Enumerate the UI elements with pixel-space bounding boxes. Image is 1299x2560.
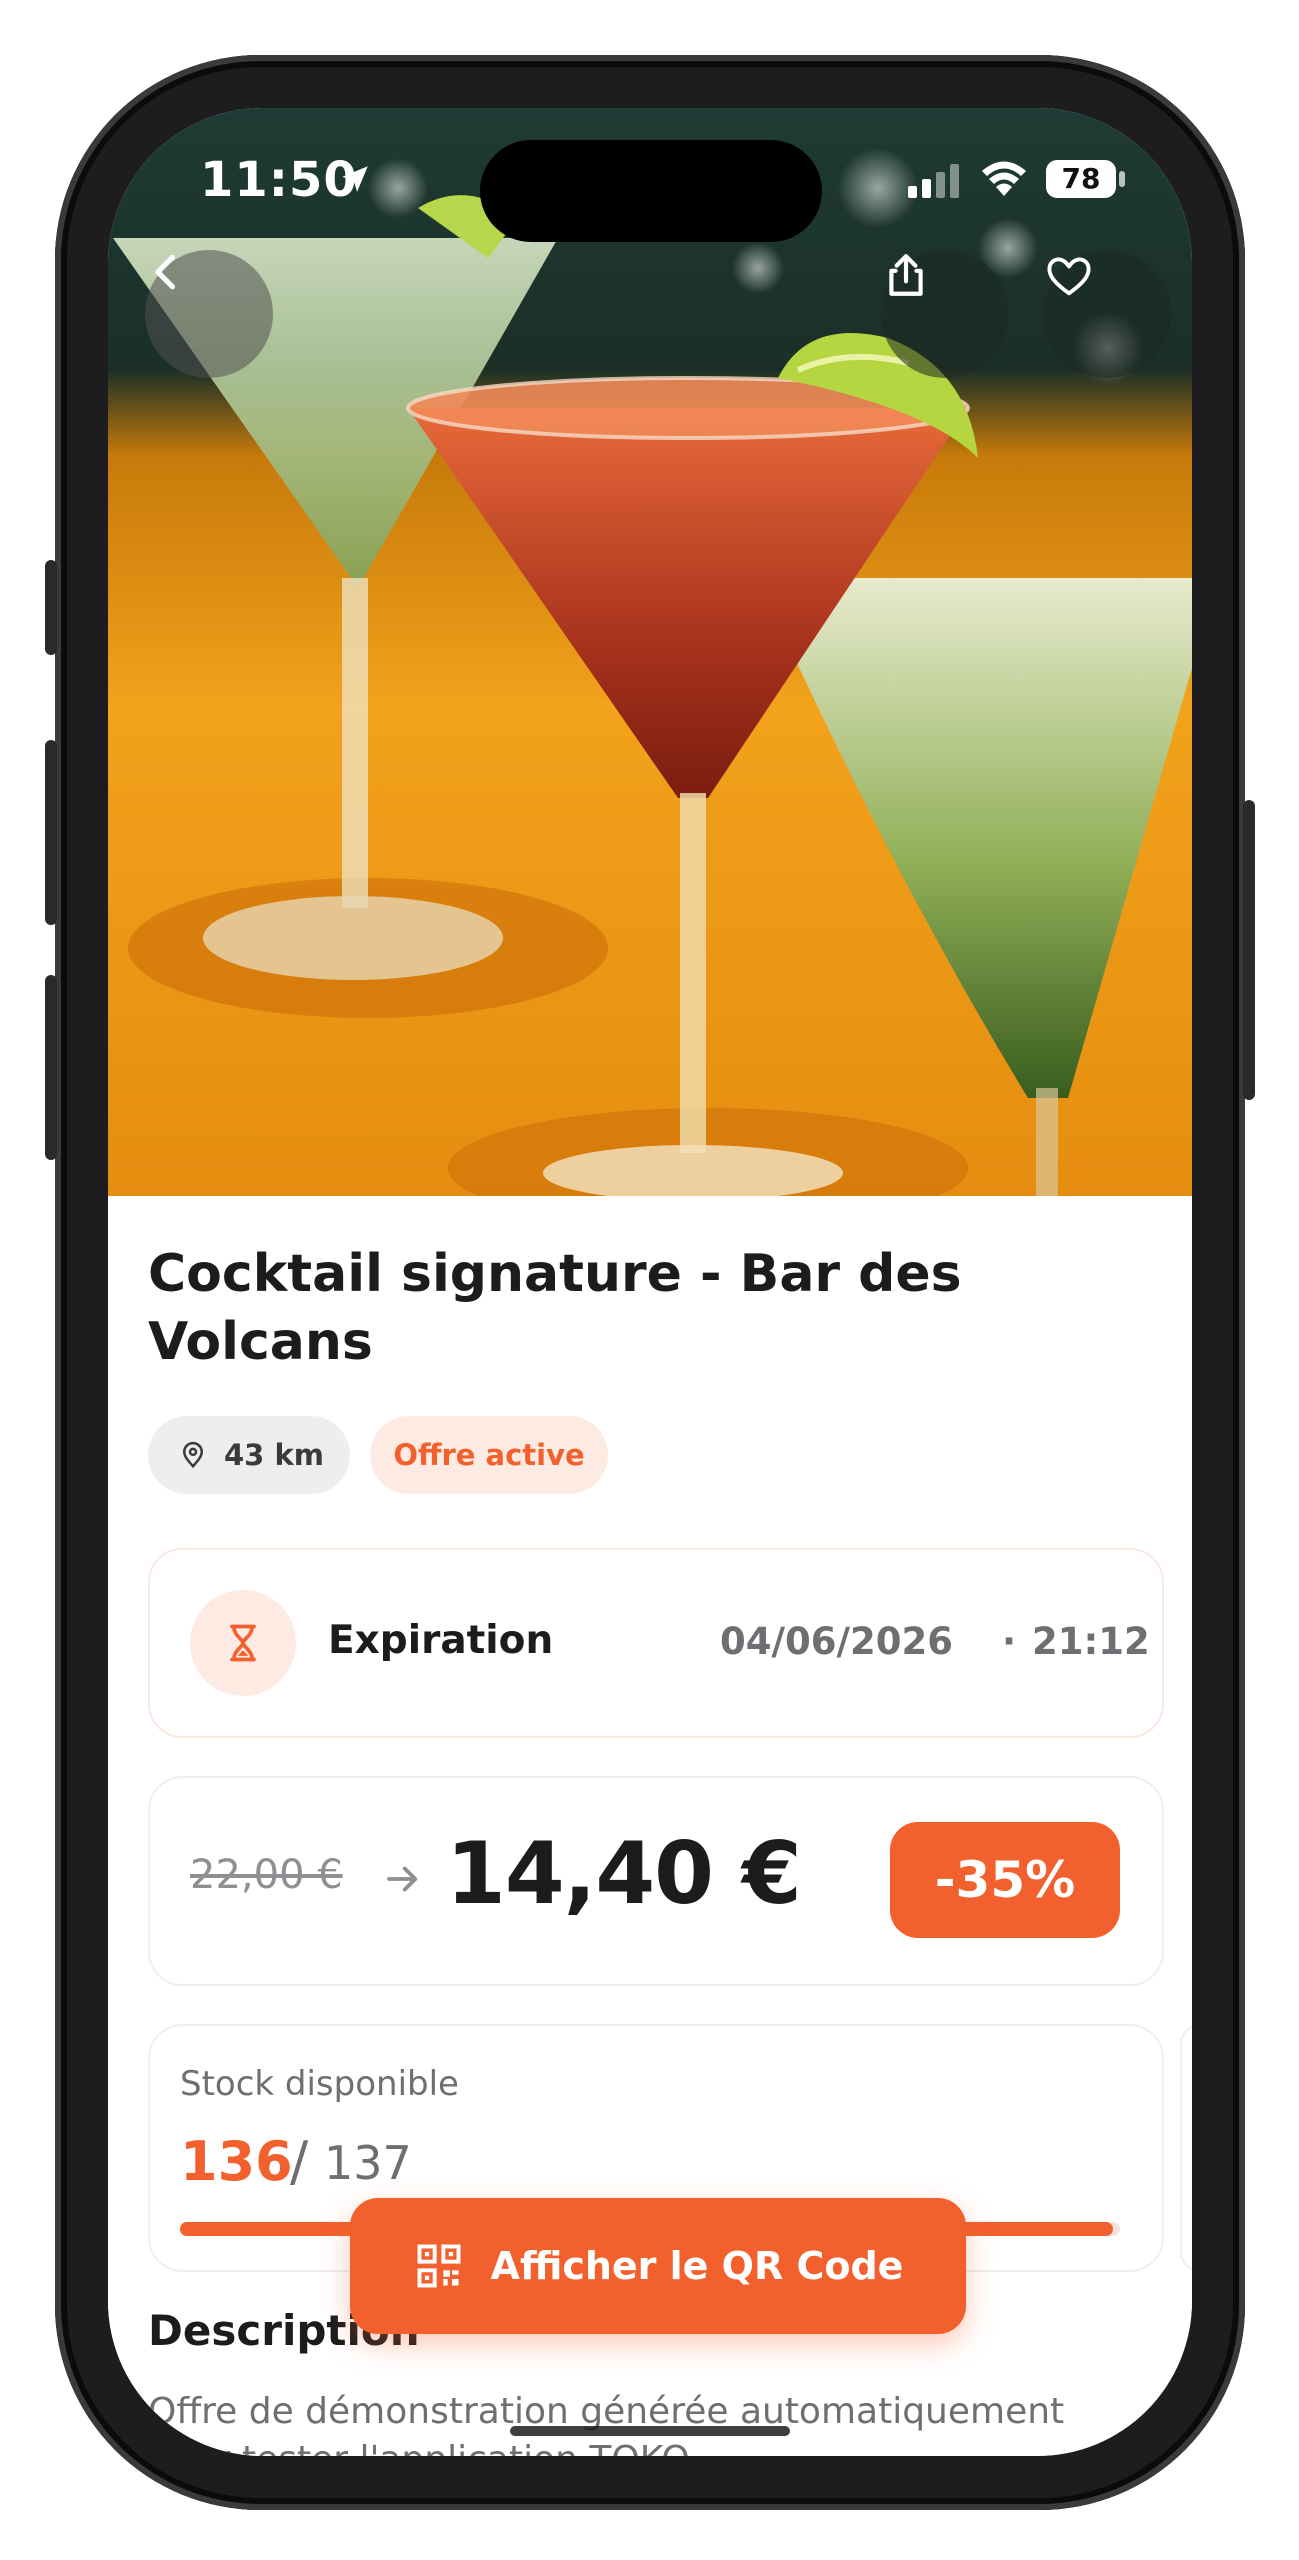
stock-total: 137	[324, 2136, 412, 2190]
stock-separator: /	[290, 2130, 309, 2193]
arrow-right-icon	[382, 1858, 424, 1900]
power-button	[1243, 800, 1255, 1100]
expiration-date: 04/06/2026	[720, 1620, 953, 1663]
dynamic-island	[480, 140, 822, 242]
distance-value: 43 km	[224, 1438, 324, 1472]
home-indicator	[510, 2426, 790, 2436]
description-text: Offre de démonstration générée automatiq…	[148, 2391, 1065, 2456]
show-qr-code-label: Afficher le QR Code	[490, 2244, 904, 2288]
hourglass-icon	[221, 1621, 265, 1665]
expiration-time: 21:12	[1032, 1620, 1150, 1663]
qr-code-icon	[413, 2240, 465, 2292]
price-card: 22,00 € 14,40 € -35%	[148, 1776, 1164, 1986]
discount-value: -35%	[934, 1851, 1076, 1909]
show-qr-code-button[interactable]: Afficher le QR Code	[350, 2198, 966, 2334]
status-bar: 11:50 78	[108, 108, 1192, 258]
expiration-card: Expiration 04/06/2026 · 21:12	[148, 1548, 1164, 1738]
stock-label: Stock disponible	[180, 2064, 459, 2104]
status-time: 11:50	[200, 152, 358, 208]
distance-chip: 43 km	[148, 1416, 350, 1494]
status-badge: Offre active	[370, 1416, 608, 1494]
action-button	[45, 560, 57, 655]
battery-tip	[1119, 171, 1125, 187]
hourglass-icon-badge	[190, 1590, 296, 1696]
old-price: 22,00 €	[190, 1852, 343, 1898]
volume-down-button	[45, 975, 57, 1160]
share-button[interactable]	[881, 250, 1009, 378]
location-pin-icon	[178, 1440, 208, 1470]
cocktail-photo	[113, 148, 1192, 1196]
favorite-button[interactable]	[1043, 250, 1171, 378]
battery-indicator: 78	[1046, 160, 1116, 198]
status-badge-label: Offre active	[393, 1438, 585, 1472]
new-price: 14,40 €	[446, 1824, 802, 1924]
expiration-separator: ·	[1002, 1620, 1017, 1663]
stock-available: 136	[180, 2130, 293, 2193]
hero-image: 11:50 78	[108, 108, 1192, 1196]
back-button[interactable]	[145, 250, 273, 378]
screen: 11:50 78 Cocktail signature - Bar des Vo…	[108, 108, 1192, 2456]
next-card-edge	[1180, 2024, 1192, 2272]
expiration-label: Expiration	[328, 1618, 554, 1663]
discount-badge: -35%	[890, 1822, 1120, 1938]
volume-up-button	[45, 740, 57, 925]
offer-title: Cocktail signature - Bar des Volcans	[148, 1244, 962, 1372]
